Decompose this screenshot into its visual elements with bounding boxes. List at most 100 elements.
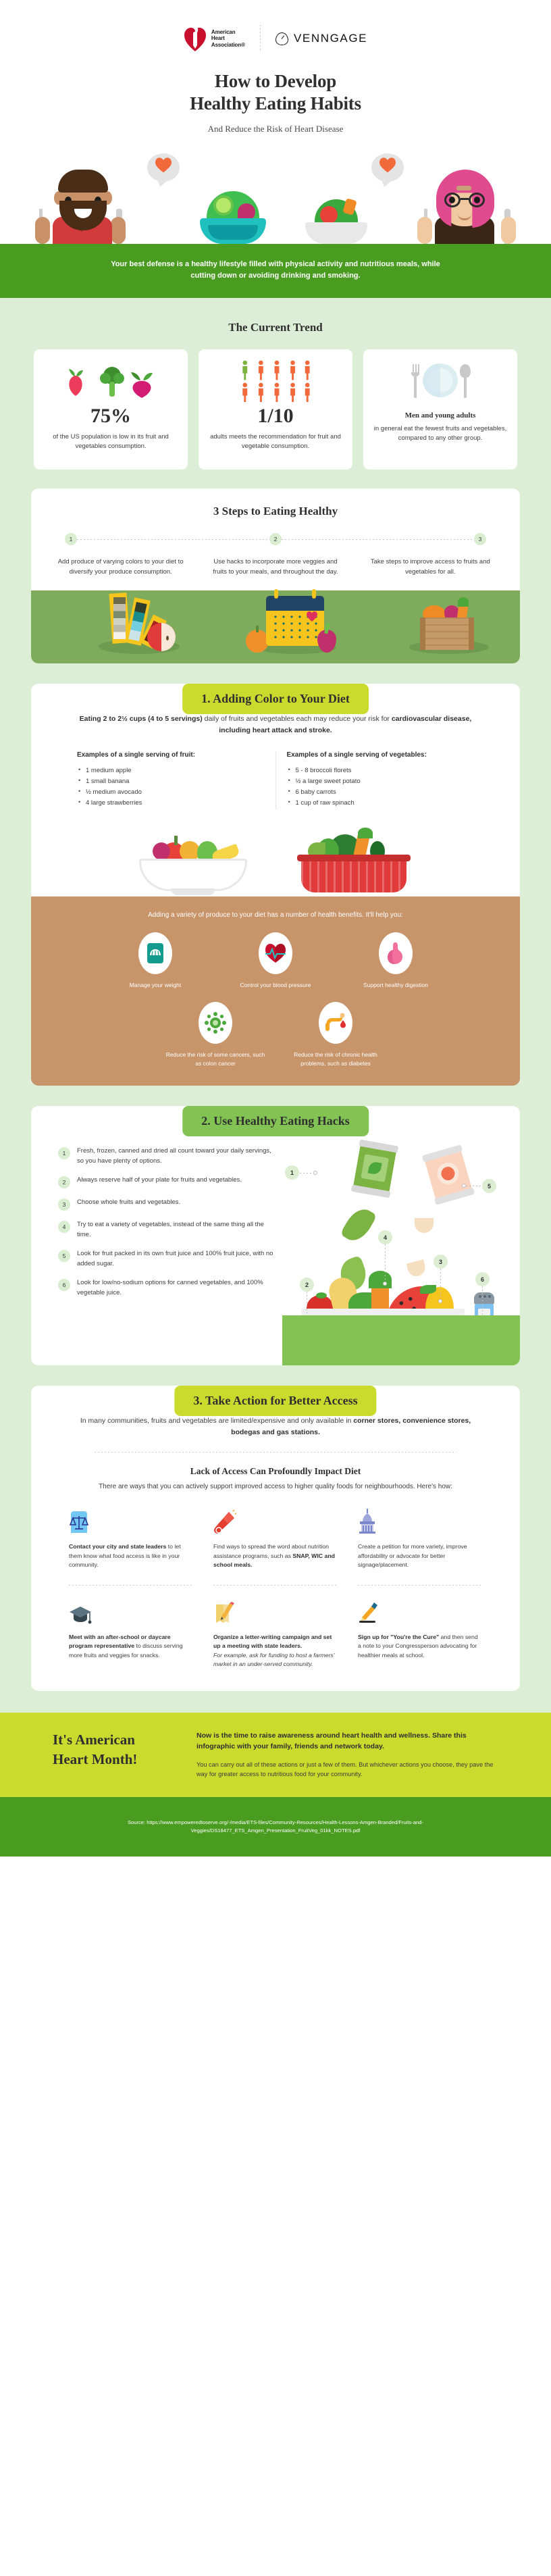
step-node-2: 2 [269,533,282,545]
salad-bowl-white-illustration [303,191,370,244]
callout-bubble-6: 6 [475,1272,490,1286]
hack-item-4: 4 Try to eat a variety of vegetables, in… [58,1220,276,1240]
section-1-pill: 1. Adding Color to Your Diet [182,684,369,714]
stomach-icon [379,932,413,974]
capitol-building-icon [358,1507,482,1534]
logo-divider [259,25,261,52]
trend-card-3: Men and young adults in general eat the … [363,349,517,470]
calendar-veggies-icon [234,589,355,657]
hack-text-3: Choose whole fruits and vegetables. [77,1198,181,1206]
weight-scale-icon [138,932,172,974]
american-heart-association-logo: American Heart Association® [184,25,245,52]
cta-title: It's American Heart Month! [31,1730,176,1769]
action-card-3: Create a petition for more variety, impr… [351,1507,489,1570]
three-steps-title: 3 Steps to Eating Healthy [213,505,338,517]
current-trend-title: The Current Trend [228,321,323,334]
benefit-label-2: Control your blood pressure [240,982,311,988]
list-item: 1 medium apple [77,765,265,776]
callout-bubble-2: 2 [300,1278,314,1292]
aha-line-1: American [211,28,236,35]
benefit-item-1: Manage your weight [105,932,206,990]
fruit-serving-heading: Examples of a single serving of fruit: [77,751,196,759]
benefit-item-3: Support healthy digestion [345,932,446,990]
step-node-1: 1 [65,533,77,545]
section-1-lead-mid: daily of fruits and vegetables each may … [202,715,392,723]
hack-number-6: 6 [58,1279,70,1291]
actions-row-2: Meet with an after-school or daycare pro… [31,1586,520,1673]
scales-justice-icon [69,1507,193,1534]
list-item: ½ a large sweet potato [287,776,475,787]
step-node-3: 3 [474,533,486,545]
trend-card-1: 75% of the US population is low in its f… [34,349,188,470]
action-card-4: Meet with an after-school or daycare pro… [62,1598,200,1669]
benefit-item-2: Control your blood pressure [225,932,326,990]
benefit-label-4: Reduce the risk of some cancers, such as… [165,1051,265,1067]
hack-text-2: Always reserve half of your plate for fr… [77,1176,242,1184]
actions-row-1: Contact your city and state leaders to l… [31,1492,520,1574]
canned-vegetables-illustration [350,1139,399,1198]
body-background: The Current Trend 75% of the US populati… [0,298,551,1857]
step-descriptions: Add produce of varying colors to your di… [31,549,520,590]
lack-of-access-heading: Lack of Access Can Profoundly Impact Die… [190,1466,361,1476]
trend-heading-3: Men and young adults [404,411,476,420]
section-2-eating-hacks: 2. Use Healthy Eating Hacks 1 Fresh, fro… [31,1106,520,1365]
section-2-pill: 2. Use Healthy Eating Hacks [182,1106,369,1136]
produce-crate-icon [396,595,504,657]
benefit-label-1: Manage your weight [129,982,182,988]
list-item: 5 - 8 broccoli florets [287,765,475,776]
american-heart-month-cta: It's American Heart Month! Now is the ti… [0,1712,551,1797]
section-1-lead-bold-1: Eating 2 to 2½ cups (4 to 5 servings) [79,715,203,723]
action-text-6: Sign up for "You're the Cure" and then s… [358,1633,482,1661]
hack-item-3: 3 Choose whole fruits and vegetables. [58,1198,276,1211]
action-text-5-bold: Organize a letter-writing campaign and s… [213,1633,332,1650]
salad-bowl-teal-illustration [196,182,270,244]
current-trend-section: The Current Trend 75% of the US populati… [0,298,551,470]
steps-node-row: 1 2 3 [46,533,505,545]
action-text-3: Create a petition for more variety, impr… [358,1543,467,1568]
action-text-6-bold: Sign up for "You're the Cure" [358,1633,440,1640]
blood-drop-finger-icon [319,1002,352,1044]
defense-banner: Your best defense is a healthy lifestyle… [0,244,551,298]
fountain-pen-icon [358,1598,482,1625]
venngage-wordmark: VENNGAGE [293,32,368,45]
color-swatch-apple-icon [72,592,207,657]
title-line-2: Healthy Eating Habits [190,93,361,113]
hack-number-4: 4 [58,1221,70,1233]
trend-caption-3: in general eat the fewest fruits and veg… [373,425,507,442]
action-text-1-bold: Contact your city and state leaders [69,1543,167,1550]
person-woman-illustration [415,163,516,244]
step-text-2: Use hacks to incorporate more veggies an… [213,558,338,576]
megaphone-icon [213,1507,338,1534]
source-text: Source: https://www.empoweredtoserve.org… [127,1819,424,1834]
benefits-lead-text: Adding a variety of produce to your diet… [148,911,403,919]
list-item: 4 large strawberries [77,797,265,809]
trend-stat-2: 1/10 [257,405,294,427]
heart-pulse-icon [259,932,292,974]
section-3-take-action: 3. Take Action for Better Access In many… [31,1386,520,1691]
lack-of-access-subtext: There are ways that you can actively sup… [99,1483,452,1490]
source-bar: Source: https://www.empoweredtoserve.org… [0,1796,551,1857]
page-subtitle: And Reduce the Risk of Heart Disease [207,124,344,134]
action-card-5: Organize a letter-writing campaign and s… [207,1598,344,1669]
venngage-mark-icon [275,32,288,45]
serving-examples: Examples of a single serving of fruit: 1… [31,736,520,813]
action-text-1: Contact your city and state leaders to l… [69,1542,193,1570]
action-card-1: Contact your city and state leaders to l… [62,1507,200,1570]
benefit-item-4: Reduce the risk of some cancers, such as… [165,1002,266,1068]
section-3-divider [95,1452,456,1453]
hack-text-5: Look for fruit packed in its own fruit j… [77,1250,273,1267]
section-1-adding-color: 1. Adding Color to Your Diet Eating 2 to… [31,684,520,1086]
heart-icon-right [379,157,396,176]
benefits-row-2: Reduce the risk of some cancers, such as… [49,1002,502,1068]
cta-strong-text: Now is the time to raise awareness aroun… [196,1731,467,1750]
trend-cards: 75% of the US population is low in its f… [0,349,551,470]
dried-chip-illustration-1 [415,1218,434,1233]
hack-number-3: 3 [58,1198,70,1211]
hack-number-1: 1 [58,1147,70,1159]
people-ratio-icon [208,360,343,402]
step-text-1: Add produce of varying colors to your di… [57,558,184,576]
empty-plate-icon [373,360,508,402]
person-man-illustration [35,163,136,244]
hack-text-4: Try to eat a variety of vegetables, inst… [77,1221,264,1238]
aha-line-2: Heart [211,35,225,42]
